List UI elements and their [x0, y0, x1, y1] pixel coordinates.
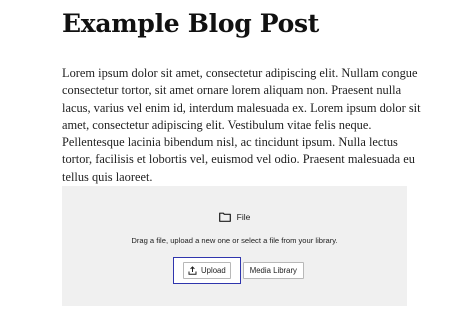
- file-block-header: File: [62, 212, 407, 222]
- media-library-button[interactable]: Media Library: [242, 262, 304, 279]
- post-title: Example Blog Post: [62, 9, 320, 38]
- file-block-instructions: Drag a file, upload a new one or select …: [131, 236, 338, 245]
- upload-button[interactable]: Upload: [173, 257, 241, 284]
- file-block-label: File: [236, 212, 251, 222]
- file-block-actions: Upload Media Library: [173, 257, 304, 284]
- upload-button-label: Upload: [201, 266, 226, 275]
- upload-icon: [188, 266, 197, 275]
- folder-icon: [218, 212, 231, 222]
- file-block-placeholder[interactable]: File Drag a file, upload a new one or se…: [62, 186, 407, 306]
- post-paragraph: Lorem ipsum dolor sit amet, consectetur …: [62, 66, 421, 184]
- upload-button-face[interactable]: Upload: [183, 262, 231, 279]
